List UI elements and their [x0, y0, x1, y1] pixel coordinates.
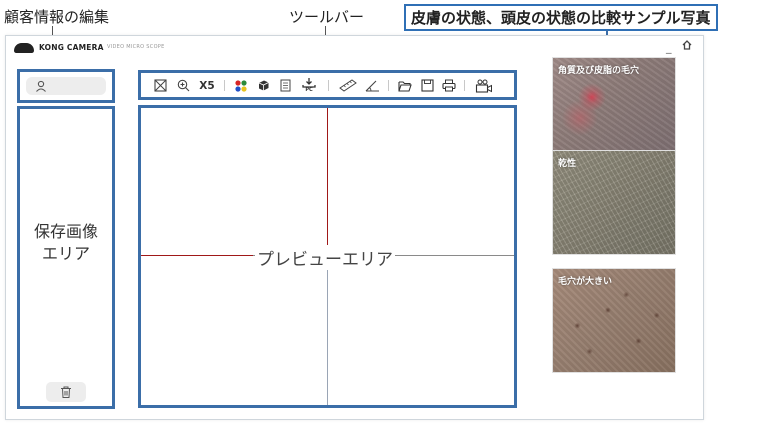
- customer-field[interactable]: [26, 77, 106, 95]
- person-icon: [36, 80, 46, 92]
- sample-label: 角質及び皮脂の毛穴: [558, 66, 640, 76]
- sample-label: 乾性: [558, 159, 577, 169]
- ruler-icon: [339, 79, 357, 92]
- home-icon[interactable]: [682, 40, 692, 53]
- sample-image-large-pores[interactable]: 毛穴が大きい: [552, 268, 676, 373]
- angle-icon: [365, 80, 379, 92]
- saved-images-label: 保存画像 エリア: [20, 221, 112, 265]
- fit-screen-button[interactable]: [152, 77, 168, 94]
- zoom-in-button[interactable]: [175, 77, 191, 94]
- app-subtitle: VIDEO MICRO SCOPE: [107, 44, 165, 50]
- 3d-box-icon: [258, 80, 269, 91]
- video-camera-icon: [475, 79, 492, 93]
- customer-info-panel: [17, 69, 115, 103]
- samples-annotation: 皮膚の状態、頭皮の状態の比較サンプル写真: [404, 4, 718, 31]
- toolbar-separator: [388, 80, 389, 91]
- print-icon: [442, 79, 456, 92]
- sample-image-keratin-pores[interactable]: 角質及び皮脂の毛穴: [552, 57, 676, 162]
- toolbar-annotation: ツールバー: [289, 8, 365, 26]
- color-palette-icon: [235, 79, 247, 92]
- measure-ruler-button[interactable]: [338, 77, 358, 94]
- sample-label: 毛穴が大きい: [558, 277, 613, 287]
- delete-button[interactable]: [46, 382, 86, 402]
- logo-icon: [14, 43, 34, 53]
- customer-edit-annotation: 顧客情報の編集: [4, 8, 110, 26]
- saved-images-panel: 保存画像 エリア: [17, 106, 115, 409]
- save-button[interactable]: [419, 77, 435, 94]
- fit-screen-icon: [153, 79, 167, 92]
- open-folder-button[interactable]: [397, 77, 413, 94]
- download-to-pc-button[interactable]: PC: [299, 77, 319, 94]
- record-video-button[interactable]: [474, 77, 494, 94]
- pc-label: PC: [305, 87, 313, 93]
- measure-angle-button[interactable]: [363, 77, 381, 94]
- preview-area[interactable]: プレビューエリア: [138, 105, 517, 408]
- sample-image-dry[interactable]: 乾性: [552, 150, 676, 255]
- color-palette-button[interactable]: [233, 77, 249, 94]
- trash-icon: [61, 386, 71, 398]
- save-icon: [420, 79, 434, 92]
- document-icon: [280, 79, 290, 92]
- print-button[interactable]: [441, 77, 457, 94]
- toolbar: X5 PC: [138, 70, 517, 100]
- preview-area-label: プレビューエリア: [255, 245, 395, 270]
- zoom-in-icon: [177, 79, 189, 92]
- toolbar-separator: [328, 80, 329, 91]
- toolbar-separator: [464, 80, 465, 91]
- 3d-box-button[interactable]: [255, 77, 271, 94]
- app-title: KONG CAMERA: [39, 43, 104, 52]
- saved-images-label-line1: 保存画像: [33, 222, 98, 241]
- minimize-button[interactable]: _: [666, 41, 672, 54]
- toolbar-separator: [224, 80, 225, 91]
- saved-images-label-line2: エリア: [41, 244, 90, 263]
- open-folder-icon: [398, 80, 412, 92]
- zoom-level-button[interactable]: X5: [197, 77, 217, 94]
- document-button[interactable]: [277, 77, 293, 94]
